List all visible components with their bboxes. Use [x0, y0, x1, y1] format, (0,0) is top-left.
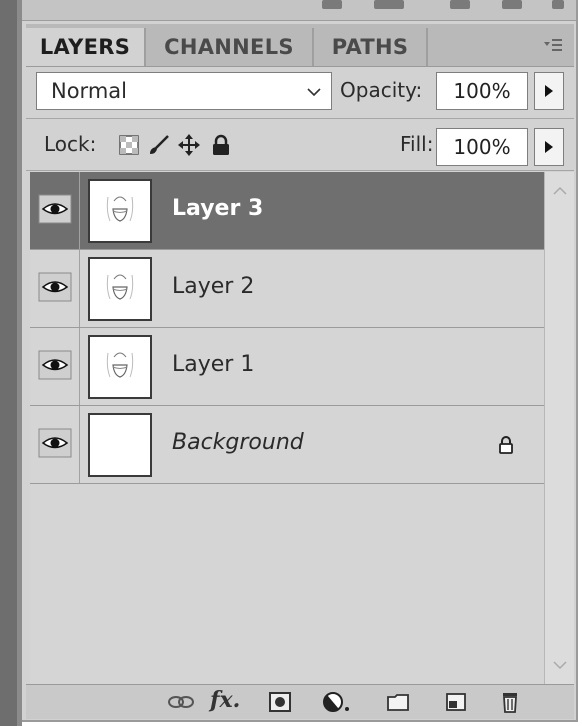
blend-mode-value: Normal — [51, 79, 127, 103]
panel-menu-icon[interactable] — [542, 36, 564, 54]
top-toolbar-strip — [22, 0, 576, 21]
fx-icon[interactable]: fx. — [210, 687, 240, 713]
layers-bottom-toolbar: fx. — [26, 684, 574, 719]
opacity-slider-button[interactable] — [534, 72, 564, 110]
layer-name[interactable]: Layer 3 — [172, 196, 263, 221]
lock-icon — [499, 436, 513, 454]
layers-list: Layer 3 Layer 2 Layer 1 Background — [30, 172, 544, 684]
eye-icon — [38, 350, 72, 380]
eye-icon — [38, 428, 72, 458]
face-sketch-icon — [106, 196, 134, 222]
opacity-field[interactable]: 100% — [436, 72, 528, 110]
scroll-up-icon[interactable] — [553, 186, 567, 196]
layer-row-background[interactable]: Background — [30, 406, 544, 484]
lock-all-icon[interactable] — [210, 134, 232, 156]
add-mask-icon[interactable] — [268, 691, 292, 713]
visibility-toggle[interactable] — [30, 250, 80, 327]
eye-icon — [38, 194, 72, 224]
link-layers-icon[interactable] — [166, 691, 196, 713]
visibility-toggle[interactable] — [30, 406, 80, 483]
layer-name[interactable]: Background — [172, 430, 304, 455]
layers-scrollbar[interactable] — [544, 172, 574, 684]
new-layer-icon[interactable] — [444, 691, 468, 713]
visibility-toggle[interactable] — [30, 172, 80, 249]
fill-field[interactable]: 100% — [436, 128, 528, 166]
opacity-label: Opacity: — [340, 78, 423, 102]
lock-label: Lock: — [44, 132, 97, 156]
triangle-right-icon — [545, 141, 553, 153]
toolbar-icon[interactable] — [374, 0, 404, 9]
fill-slider-button[interactable] — [534, 128, 564, 166]
blend-mode-dropdown[interactable]: Normal — [36, 72, 332, 110]
tab-layers[interactable]: LAYERS — [26, 28, 146, 66]
window-frame-left — [0, 0, 22, 726]
layer-thumbnail — [88, 179, 152, 243]
layer-thumbnail — [88, 413, 152, 477]
layer-thumbnail — [88, 335, 152, 399]
toolbar-icon[interactable] — [322, 0, 342, 9]
toolbar-icon[interactable] — [502, 0, 522, 9]
scroll-down-icon[interactable] — [553, 660, 567, 670]
layers-panel: LAYERS CHANNELS PATHS Normal Opacity: 10… — [22, 0, 578, 722]
layer-row-layer-3[interactable]: Layer 3 — [30, 172, 544, 250]
new-group-icon[interactable] — [386, 691, 410, 713]
lock-move-icon[interactable] — [178, 134, 200, 156]
layer-thumbnail — [88, 257, 152, 321]
toolbar-icon[interactable] — [450, 0, 470, 9]
layer-row-layer-2[interactable]: Layer 2 — [30, 250, 544, 328]
adjustment-layer-icon[interactable] — [322, 691, 352, 713]
face-sketch-icon — [106, 352, 134, 378]
fill-label: Fill: — [400, 132, 434, 156]
visibility-toggle[interactable] — [30, 328, 80, 405]
triangle-right-icon — [545, 85, 553, 97]
panel-tab-bar: LAYERS CHANNELS PATHS — [26, 24, 574, 67]
layer-name[interactable]: Layer 2 — [172, 274, 254, 299]
lock-transparent-icon[interactable] — [118, 134, 140, 156]
face-sketch-icon — [106, 274, 134, 300]
divider — [26, 118, 574, 119]
lock-paint-icon[interactable] — [148, 134, 170, 156]
chevron-down-icon — [307, 88, 321, 97]
tab-channels[interactable]: CHANNELS — [146, 28, 314, 66]
layer-name[interactable]: Layer 1 — [172, 352, 254, 377]
eye-icon — [38, 272, 72, 302]
divider — [26, 170, 574, 171]
trash-icon[interactable] — [498, 691, 522, 713]
toolbar-icon[interactable] — [552, 0, 564, 9]
tab-paths[interactable]: PATHS — [314, 28, 428, 66]
layer-row-layer-1[interactable]: Layer 1 — [30, 328, 544, 406]
